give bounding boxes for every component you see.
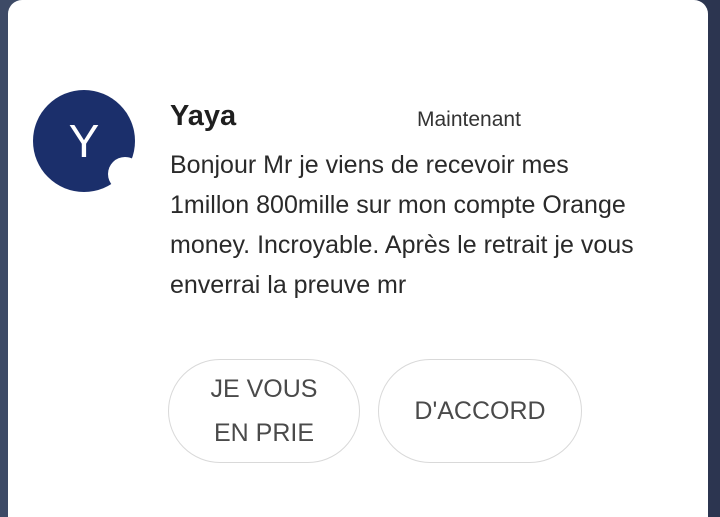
reply-button[interactable]: JE VOUS EN PRIE [168,359,360,463]
reply-button-label: JE VOUS EN PRIE [210,375,318,447]
accept-button[interactable]: D'ACCORD [378,359,582,463]
sender-name: Yaya [170,100,237,132]
avatar-letter: Y [68,115,100,167]
timestamp: Maintenant [417,108,521,131]
avatar-badge [108,157,142,191]
accept-button-label: D'ACCORD [414,397,546,425]
message-text: Bonjour Mr je viens de recevoir mes 1mil… [170,151,634,299]
notification-card[interactable]: Y Yaya Maintenant Bonjour Mr je viens de… [8,0,708,517]
